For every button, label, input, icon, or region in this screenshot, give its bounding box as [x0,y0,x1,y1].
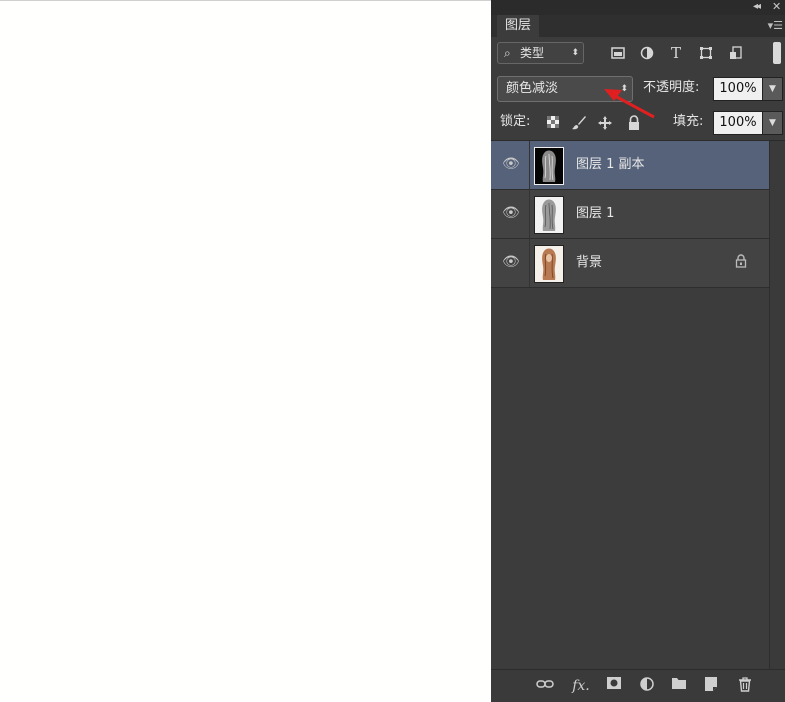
lock-transparent-icon[interactable] [545,115,561,131]
opacity-label: 不透明度: [643,80,700,95]
visibility-toggle[interactable]: 👁 [491,190,530,238]
blend-mode-value: 颜色减淡 [506,81,559,96]
layer-row-layer1-copy[interactable]: 👁 图层 1 副本 [491,141,769,190]
shape-filter-icon[interactable] [699,46,713,60]
close-icon[interactable]: ✕ [772,0,781,13]
filter-type-select[interactable]: ⌕ 类型 ⬍ [497,42,584,64]
blend-mode-select[interactable]: 颜色减淡 ⬍ [497,76,633,102]
layers-bottom-toolbar: fx. [491,669,785,702]
lock-brush-icon[interactable] [571,115,587,131]
mask-icon[interactable] [604,676,624,696]
link-layers-icon[interactable] [535,676,555,696]
layer-name[interactable]: 图层 1 [576,190,614,238]
tab-layers[interactable]: 图层 [497,15,540,37]
opacity-input[interactable]: 100% [713,77,763,101]
visibility-toggle[interactable]: 👁 [491,141,530,189]
fill-dropdown-button[interactable]: ▼ [762,111,783,135]
layers-panel: ◂◂ ✕ 图层 ▾☰ ⌕ 类型 ⬍ T 颜色减淡 ⬍ 不透明度: 100% ▼ … [491,0,785,702]
layer-name[interactable]: 图层 1 副本 [576,141,645,189]
collapse-icon[interactable]: ◂◂ [753,1,761,12]
opacity-dropdown-button[interactable]: ▼ [762,77,783,101]
adjustment-layer-icon[interactable] [637,676,657,696]
image-filter-icon[interactable] [611,46,625,60]
adjustment-filter-icon[interactable] [640,46,654,60]
document-canvas[interactable] [0,0,491,701]
canvas-border [0,0,491,1]
panel-menu-icon[interactable]: ▾☰ [768,19,783,32]
layer-row-layer1[interactable]: 👁 图层 1 [491,190,769,239]
search-icon: ⌕ [504,46,511,60]
lock-all-icon[interactable] [626,115,642,131]
lock-row: 锁定: 填充: 100% ▼ [491,108,785,138]
layer-thumbnail [534,245,564,283]
text-filter-icon[interactable]: T [669,46,683,61]
layer-row-background[interactable]: 👁 背景 [491,239,769,288]
eye-icon[interactable]: 👁 [502,254,520,270]
layer-thumbnail [534,147,564,185]
lock-icon [735,254,747,271]
select-arrows-icon: ⬍ [620,84,628,94]
group-folder-icon[interactable] [669,676,689,696]
filter-type-value: 类型 [520,46,545,60]
delete-trash-icon[interactable] [735,676,755,696]
smart-object-filter-icon[interactable] [729,46,743,60]
visibility-toggle[interactable]: 👁 [491,239,530,287]
filter-toggle-switch[interactable] [773,42,781,64]
lock-move-icon[interactable] [597,115,613,131]
layers-scrollbar[interactable] [769,141,785,669]
filter-row: ⌕ 类型 ⬍ T [491,38,785,68]
panel-title-bar: ◂◂ ✕ [491,0,785,15]
new-layer-icon[interactable] [701,676,721,696]
fx-icon[interactable]: fx. [571,676,591,696]
eye-icon[interactable]: 👁 [502,156,520,172]
fill-label: 填充: [673,114,704,129]
blend-row: 颜色减淡 ⬍ 不透明度: 100% ▼ [491,72,785,104]
select-arrows-icon: ⬍ [571,48,579,58]
panel-tab-strip: 图层 ▾☰ [491,15,785,37]
fill-input[interactable]: 100% [713,111,763,135]
eye-icon[interactable]: 👁 [502,205,520,221]
layer-name[interactable]: 背景 [576,239,602,287]
layer-thumbnail [534,196,564,234]
lock-label: 锁定: [500,114,531,129]
